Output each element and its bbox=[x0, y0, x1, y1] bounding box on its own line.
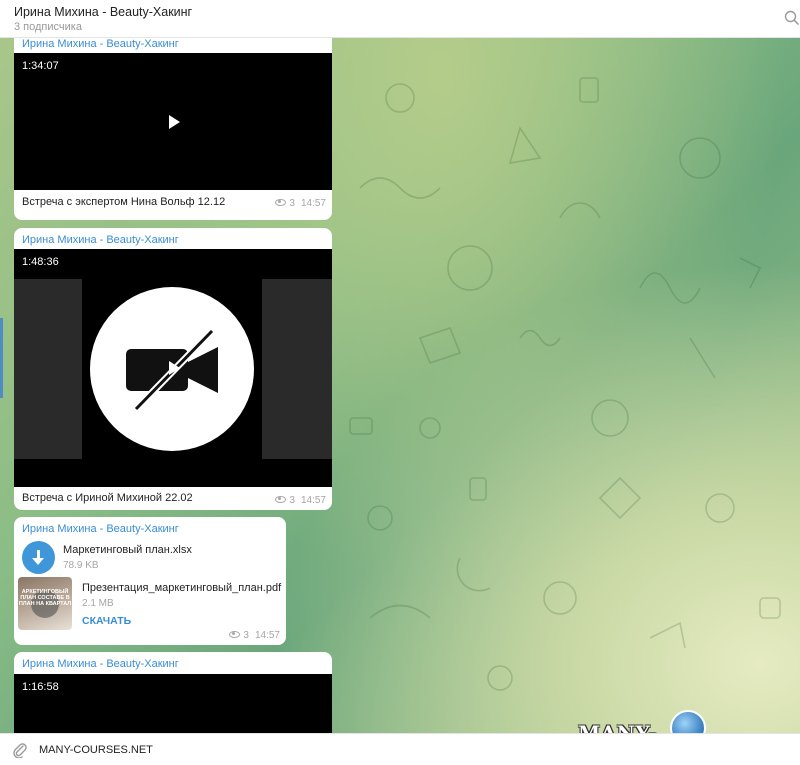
message-caption: Встреча с Ириной Михиной 22.02 bbox=[22, 492, 193, 504]
view-count: 3 bbox=[243, 630, 249, 641]
view-count: 3 bbox=[289, 495, 295, 506]
message-input-bar: MANY-COURSES.NET bbox=[0, 733, 800, 765]
file-size: 78.9 KB bbox=[63, 560, 99, 571]
video-side-panel bbox=[262, 279, 332, 459]
message-author[interactable]: Ирина Михина - Beauty-Хакинг bbox=[22, 658, 179, 670]
chat-title[interactable]: Ирина Михина - Beauty-Хакинг bbox=[14, 5, 192, 19]
video-player[interactable]: 1:16:58 bbox=[14, 674, 332, 733]
file-thumbnail[interactable]: АРКЕТИНГОВЫЙ ПЛАН СОСТАВЕ В ПЛАН НА КВАР… bbox=[18, 577, 72, 630]
message-input[interactable]: MANY-COURSES.NET bbox=[39, 744, 153, 756]
video-message[interactable]: Ирина Михина - Beauty-Хакинг 1:48:36 Вст… bbox=[14, 228, 332, 510]
message-author[interactable]: Ирина Михина - Beauty-Хакинг bbox=[22, 38, 179, 50]
video-player[interactable]: 1:48:36 bbox=[14, 249, 332, 487]
file-size: 2.1 MB bbox=[82, 598, 114, 609]
chat-header: Ирина Михина - Beauty-Хакинг 3 подписчик… bbox=[0, 0, 800, 38]
file-name[interactable]: Маркетинговый план.xlsx bbox=[63, 544, 192, 556]
video-message[interactable]: Ирина Михина - Beauty-Хакинг 1:34:07 Вст… bbox=[14, 38, 332, 220]
views-icon bbox=[229, 631, 241, 638]
play-icon[interactable] bbox=[169, 115, 180, 129]
message-meta: 3 14:57 bbox=[275, 495, 326, 506]
chat-area[interactable]: Ирина Михина - Beauty-Хакинг 1:34:07 Вст… bbox=[0, 38, 800, 733]
download-link[interactable]: СКАЧАТЬ bbox=[82, 615, 131, 627]
watermark: MANY-COURSES.NET bbox=[578, 721, 658, 733]
thumbnail-text: АРКЕТИНГОВЫЙ ПЛАН СОСТАВЕ В ПЛАН НА КВАР… bbox=[18, 589, 72, 607]
subscriber-count: 3 подписчика bbox=[14, 21, 82, 33]
message-meta: 3 14:57 bbox=[275, 198, 326, 209]
message-author[interactable]: Ирина Михина - Beauty-Хакинг bbox=[22, 523, 179, 535]
message-time: 14:57 bbox=[254, 630, 280, 641]
message-meta: 3 14:57 bbox=[229, 630, 280, 641]
message-caption: Встреча с экспертом Нина Вольф 12.12 bbox=[22, 196, 226, 208]
message-time: 14:57 bbox=[300, 495, 326, 506]
video-side-panel bbox=[14, 279, 82, 459]
message-author[interactable]: Ирина Михина - Beauty-Хакинг bbox=[22, 234, 179, 246]
message-time: 14:57 bbox=[300, 198, 326, 209]
file-name[interactable]: Презентация_маркетинговый_план.pdf bbox=[82, 582, 281, 594]
file-message[interactable]: Ирина Михина - Beauty-Хакинг Маркетингов… bbox=[14, 517, 286, 645]
video-duration: 1:34:07 bbox=[22, 60, 59, 72]
paperclip-icon[interactable] bbox=[12, 742, 28, 758]
views-icon bbox=[275, 496, 287, 503]
views-icon bbox=[275, 199, 287, 206]
video-duration: 1:16:58 bbox=[22, 681, 59, 693]
download-button[interactable] bbox=[22, 541, 55, 574]
video-message[interactable]: Ирина Михина - Beauty-Хакинг 1:16:58 bbox=[14, 652, 332, 733]
scroll-indicator bbox=[0, 318, 3, 398]
video-player[interactable]: 1:34:07 bbox=[14, 53, 332, 190]
download-icon-head bbox=[32, 558, 44, 565]
search-icon[interactable] bbox=[784, 10, 800, 26]
play-icon[interactable] bbox=[169, 361, 180, 375]
view-count: 3 bbox=[289, 198, 295, 209]
video-duration: 1:48:36 bbox=[22, 256, 59, 268]
